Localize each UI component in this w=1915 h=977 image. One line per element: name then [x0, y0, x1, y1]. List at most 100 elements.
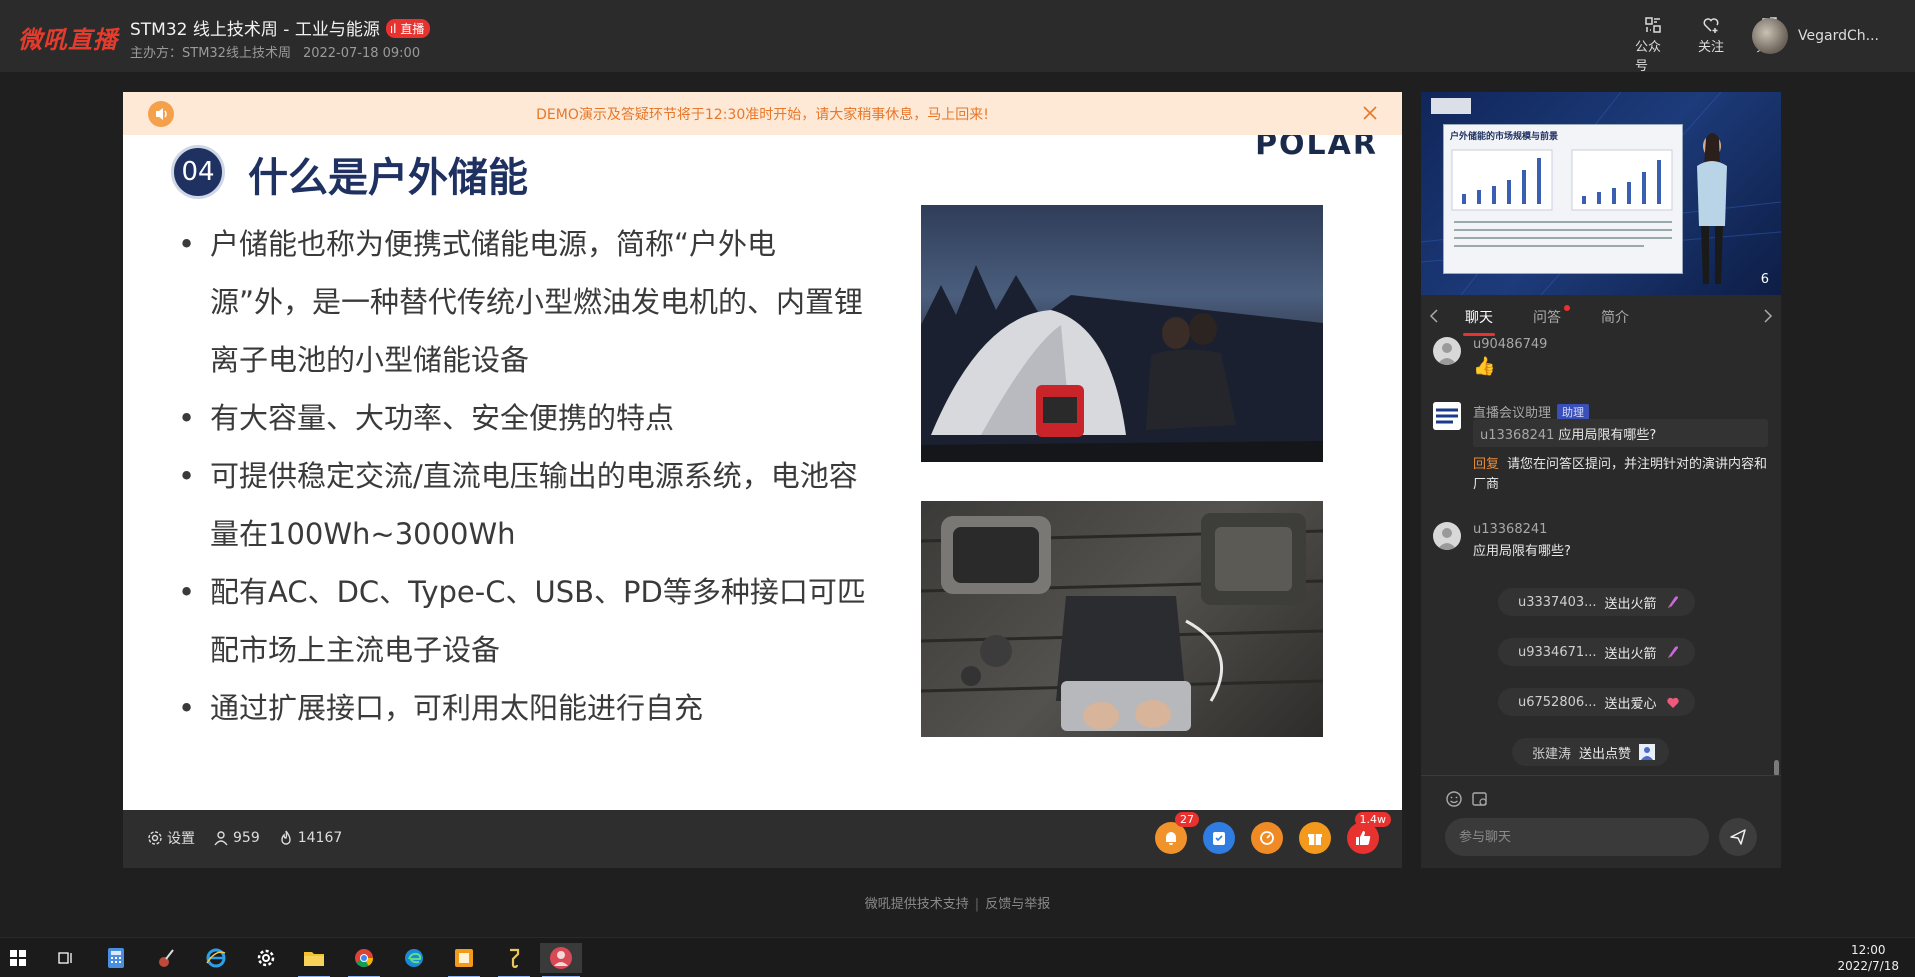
avatar-thumb-icon [1639, 744, 1656, 760]
reply-tag: 回复 [1473, 457, 1500, 472]
tech-support-link[interactable]: 微吼提供技术支持 [865, 897, 969, 912]
guitar-icon [159, 949, 174, 967]
settings-app[interactable] [248, 943, 284, 973]
user-icon [214, 831, 228, 846]
flame-icon [281, 830, 291, 845]
calculator-app[interactable] [98, 943, 134, 973]
bullet-item: 配有AC、DC、Type-C、USB、PD等多种接口可匹配市场上主流电子设备 [178, 563, 878, 679]
settings-label: 设置 [167, 831, 195, 847]
heat-count: 14167 [278, 828, 342, 848]
signin-button[interactable] [1203, 822, 1235, 854]
follow-button[interactable]: 关注 [1693, 16, 1729, 74]
user-avatar-icon [1433, 337, 1461, 365]
assistant-message: 直播会议助理 助理 u13368241 应用局限有哪些? 回复 请您在问答区提问，并注… [1433, 402, 1773, 502]
notification-count: 27 [1175, 812, 1199, 827]
gift-notice: u3337403... 送出火箭 [1498, 588, 1695, 616]
internet-explorer-icon [206, 948, 226, 968]
page-footer: 微吼提供技术支持 | 反馈与举报 [864, 897, 1051, 912]
event-datetime: 2022-07-18 09:00 [302, 46, 421, 61]
bullet-item: 通过扩展接口，可利用太阳能进行自充 [178, 679, 878, 737]
gift-text: 送出点赞 [1579, 746, 1632, 762]
assistant-tag: 助理 [1557, 404, 1590, 420]
reply-content: 回复 请您在问答区提问，并注明针对的演讲内容和厂商 [1473, 455, 1768, 495]
send-icon [1730, 829, 1746, 845]
chat-message: u13368241 应用局限有哪些? [1433, 522, 1773, 572]
message-text: 👍 [1473, 356, 1496, 377]
gift-user: u9334671... [1518, 644, 1597, 660]
like-button[interactable]: 1.4w [1347, 812, 1391, 854]
live-wave-icon: ıl [389, 22, 401, 36]
user-menu[interactable]: VegardCh... [1752, 18, 1879, 54]
quoted-text: 应用局限有哪些? [1558, 428, 1657, 443]
presentation-stage: DEMO演示及答疑环节将于12:30准时开始，请大家稍事休息，马上回来! POL… [123, 92, 1402, 868]
presenter-figure [1697, 133, 1727, 284]
media-app[interactable] [148, 943, 184, 973]
tab-chat[interactable]: 聊天 [1465, 307, 1493, 327]
system-clock[interactable]: 12:00 2022/7/18 [1837, 942, 1899, 974]
file-explorer-app[interactable] [296, 943, 332, 977]
windows-logo-icon [10, 950, 26, 966]
close-icon[interactable] [1360, 103, 1380, 123]
notice-text: DEMO演示及答疑环节将于12:30准时开始，请大家稍事休息，马上回来! [536, 106, 989, 123]
user-avatar[interactable] [1752, 18, 1789, 54]
event-meta: 主办方：STM32线上技术周 2022-07-18 09:00 [130, 42, 420, 61]
chrome-icon [355, 949, 373, 968]
hook-icon [510, 948, 520, 969]
send-button[interactable] [1719, 818, 1757, 856]
image-upload-icon[interactable] [1471, 790, 1489, 808]
rocket-icon [1667, 646, 1678, 658]
video-page-number: 6 [1760, 272, 1769, 287]
gift-button[interactable] [1299, 822, 1331, 854]
calculator-icon [108, 948, 124, 968]
task-view-button[interactable] [48, 943, 84, 973]
side-panel: 户外储能的市场规模与前景 6 聊天 问答 简介 u90486749 👍 直播会议… [1421, 92, 1781, 868]
tool-app[interactable] [496, 943, 532, 977]
ie-browser-app[interactable] [198, 943, 234, 973]
chevron-right-icon[interactable] [1761, 307, 1775, 325]
app-avatar-icon [550, 947, 572, 969]
chat-list[interactable]: u90486749 👍 直播会议助理 助理 u13368241 应用局限有哪些? 回… [1421, 337, 1781, 775]
start-button[interactable] [0, 943, 36, 973]
slide-brand: POLAR [1255, 135, 1378, 162]
settings-button[interactable]: 设置 [147, 828, 195, 848]
gift-notice: 张建涛 送出点赞 [1512, 738, 1670, 766]
official-account-button[interactable]: 公众号 [1635, 16, 1671, 74]
live-badge-label: 直播 [400, 22, 425, 36]
assistant-logo-icon [1433, 402, 1461, 430]
notice-banner: DEMO演示及答疑环节将于12:30准时开始，请大家稍事休息，马上回来! [123, 92, 1402, 135]
report-link[interactable]: 反馈与举报 [985, 897, 1050, 912]
vhall-logo[interactable]: 微吼直播 [18, 20, 118, 55]
lottery-button[interactable] [1251, 822, 1283, 854]
folder-icon [304, 952, 324, 966]
like-count: 1.4w [1354, 812, 1391, 827]
gift-icon [1308, 834, 1322, 845]
edge-app[interactable] [396, 943, 432, 973]
laptop-photo [921, 501, 1323, 737]
notification-button[interactable]: 27 [1155, 812, 1199, 854]
bullet-item: 有大容量、大功率、安全便携的特点 [178, 389, 878, 447]
checklist-icon [1213, 832, 1225, 845]
gift-text: 送出火箭 [1604, 646, 1657, 662]
speaker-icon [148, 101, 174, 127]
heart-plus-icon [1703, 18, 1719, 33]
active-tab-indicator [1463, 333, 1495, 336]
gift-user: 张建涛 [1532, 746, 1572, 762]
slide-title: 什么是户外储能 [248, 155, 528, 201]
browser-livestream-app[interactable] [540, 943, 582, 977]
notes-app[interactable] [446, 943, 482, 977]
edge-icon [405, 949, 423, 967]
task-view-icon [58, 952, 72, 964]
tab-intro[interactable]: 简介 [1601, 307, 1629, 327]
chat-scrollbar[interactable] [1774, 760, 1779, 776]
gift-user: u3337403... [1518, 594, 1597, 610]
gift-notice: u6752806... 送出爱心 [1498, 688, 1695, 716]
top-header: 微吼直播 STM32 线上技术周 - 工业与能源 ıl 直播 主办方：STM32线… [0, 0, 1915, 74]
emoji-icon[interactable] [1445, 790, 1463, 808]
qa-unread-dot [1564, 305, 1570, 311]
speaker-video[interactable]: 户外储能的市场规模与前景 6 [1421, 92, 1781, 295]
bullet-item: 可提供稳定交流/直流电压输出的电源系统，电池容量在100Wh~3000Wh [178, 447, 878, 563]
tab-qa[interactable]: 问答 [1533, 307, 1561, 327]
chat-input[interactable] [1445, 818, 1709, 856]
chevron-left-icon[interactable] [1427, 307, 1441, 325]
chrome-app[interactable] [346, 943, 382, 977]
